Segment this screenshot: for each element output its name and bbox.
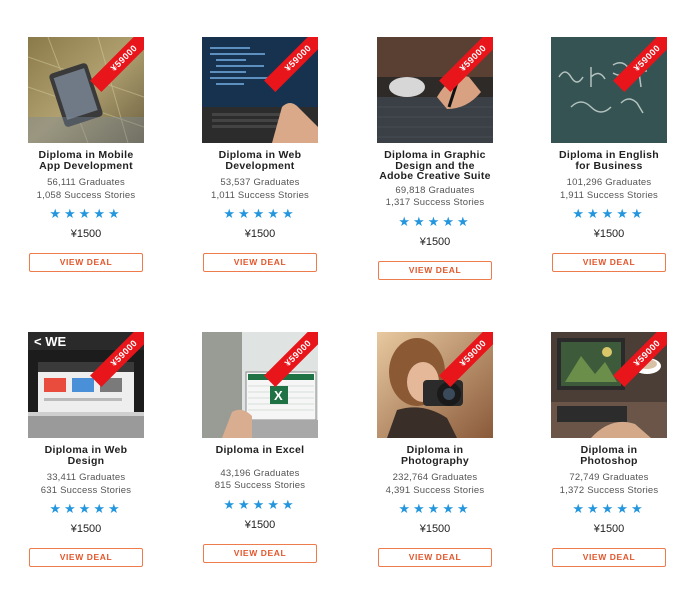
course-card-photography: ¥59000 Diploma in Photography 232,764 Gr…: [377, 332, 493, 567]
price-ribbon: ¥59000: [437, 332, 493, 388]
original-price-badge: ¥59000: [613, 37, 667, 92]
course-title[interactable]: Diploma in Web Development: [202, 150, 318, 171]
course-title[interactable]: Diploma in Photography: [377, 445, 493, 466]
course-card-photoshop: ¥59000 Diploma in Photoshop 72,749 Gradu…: [551, 332, 667, 567]
success-stories-count: 1,058 Success Stories: [36, 189, 136, 201]
rating-stars: ★★★★★: [223, 496, 297, 512]
course-title[interactable]: Diploma in English for Business: [551, 150, 667, 171]
deal-price: ¥1500: [593, 228, 625, 240]
view-deal-button[interactable]: VIEW DEAL: [552, 548, 666, 567]
graduates-count: 43,196 Graduates: [220, 467, 300, 479]
course-title[interactable]: Diploma in Graphic Design and the Adobe …: [377, 150, 493, 182]
price-ribbon: ¥59000: [88, 332, 144, 388]
course-title[interactable]: Diploma in Excel: [202, 445, 318, 456]
rating-stars: ★★★★★: [223, 206, 297, 221]
deal-price: ¥1500: [419, 235, 451, 248]
course-thumbnail[interactable]: ¥59000: [377, 37, 493, 143]
rating-stars: ★★★★★: [572, 206, 646, 221]
original-price-badge: ¥59000: [264, 37, 318, 92]
course-title[interactable]: Diploma in Mobile App Development: [28, 150, 144, 171]
deal-price: ¥1500: [419, 523, 451, 535]
price-ribbon: ¥59000: [611, 332, 667, 388]
original-price-badge: ¥59000: [613, 332, 667, 387]
svg-text:< WE: < WE: [34, 334, 66, 349]
original-price-badge: ¥59000: [439, 332, 493, 387]
price-ribbon: ¥59000: [88, 37, 144, 93]
deal-price: ¥1500: [70, 228, 102, 240]
price-ribbon: ¥59000: [262, 37, 318, 93]
view-deal-button[interactable]: VIEW DEAL: [378, 548, 492, 567]
view-deal-button[interactable]: VIEW DEAL: [203, 253, 317, 272]
graduates-count: 232,764 Graduates: [392, 472, 478, 483]
view-deal-button[interactable]: VIEW DEAL: [203, 543, 317, 563]
original-price-badge: ¥59000: [90, 332, 144, 387]
graduates-count: 33,411 Graduates: [46, 472, 126, 483]
graduates-count: 101,296 Graduates: [566, 177, 652, 188]
course-title[interactable]: Diploma in Web Design: [28, 445, 144, 466]
svg-text:X: X: [274, 388, 283, 403]
success-stories-count: 1,911 Success Stories: [559, 189, 659, 201]
course-card-mobile-app: ¥59000 Diploma in Mobile App Development…: [28, 37, 144, 272]
price-ribbon: ¥59000: [262, 332, 318, 388]
course-thumbnail[interactable]: ¥59000: [551, 332, 667, 438]
original-price-badge: ¥59000: [264, 332, 318, 387]
graduates-count: 53,537 Graduates: [220, 177, 300, 188]
course-title[interactable]: Diploma in Photoshop: [551, 445, 667, 466]
graduates-count: 56,111 Graduates: [47, 177, 125, 188]
success-stories-count: 1,317 Success Stories: [385, 197, 485, 208]
deal-price: ¥1500: [244, 228, 276, 240]
success-stories-count: 815 Success Stories: [214, 480, 306, 491]
success-stories-count: 1,372 Success Stories: [559, 484, 659, 496]
original-price-badge: ¥59000: [90, 37, 144, 92]
deal-price: ¥1500: [244, 518, 276, 531]
price-ribbon: ¥59000: [611, 37, 667, 93]
graduates-count: 72,749 Graduates: [569, 472, 649, 483]
course-card-excel: X ¥59000 Diploma in Excel 43,196 Graduat…: [202, 332, 318, 563]
rating-stars: ★★★★★: [49, 206, 123, 221]
rating-stars: ★★★★★: [398, 213, 472, 229]
course-thumbnail[interactable]: ¥59000: [28, 37, 144, 143]
course-thumbnail[interactable]: ¥59000: [377, 332, 493, 438]
course-card-english-business: ¥59000 Diploma in English for Business 1…: [551, 37, 667, 272]
course-card-graphic-design: ¥59000 Diploma in Graphic Design and the…: [377, 37, 493, 280]
rating-stars: ★★★★★: [49, 501, 123, 516]
course-card-web-design: < WE ¥59000 Diploma in Web Design 33,411…: [28, 332, 144, 567]
view-deal-button[interactable]: VIEW DEAL: [29, 253, 143, 272]
rating-stars: ★★★★★: [572, 501, 646, 516]
graduates-count: 69,818 Graduates: [395, 184, 475, 196]
original-price-badge: ¥59000: [439, 37, 493, 92]
view-deal-button[interactable]: VIEW DEAL: [378, 260, 492, 280]
course-thumbnail[interactable]: X ¥59000: [202, 332, 318, 438]
success-stories-count: 1,011 Success Stories: [210, 189, 310, 201]
course-thumbnail[interactable]: ¥59000: [202, 37, 318, 143]
course-card-web-development: ¥59000 Diploma in Web Development 53,537…: [202, 37, 318, 272]
course-thumbnail[interactable]: < WE ¥59000: [28, 332, 144, 438]
deal-price: ¥1500: [70, 523, 102, 535]
view-deal-button[interactable]: VIEW DEAL: [552, 253, 666, 272]
rating-stars: ★★★★★: [398, 501, 472, 516]
view-deal-button[interactable]: VIEW DEAL: [29, 548, 143, 567]
deal-price: ¥1500: [593, 523, 625, 535]
price-ribbon: ¥59000: [437, 37, 493, 93]
success-stories-count: 4,391 Success Stories: [385, 484, 485, 496]
course-thumbnail[interactable]: ¥59000: [551, 37, 667, 143]
success-stories-count: 631 Success Stories: [40, 484, 132, 496]
